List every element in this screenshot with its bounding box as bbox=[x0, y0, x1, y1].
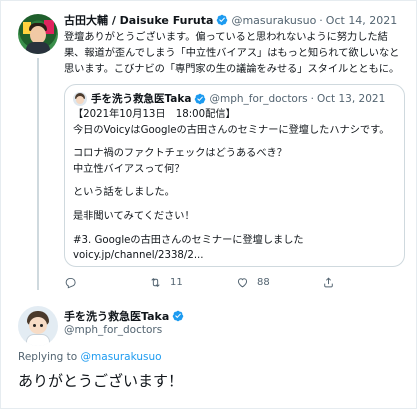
heart-icon bbox=[237, 278, 248, 288]
quoted-line: 中立性バイアスって何？ bbox=[73, 163, 185, 175]
replying-to-handle[interactable]: @masurakusuo bbox=[81, 351, 162, 363]
retweet-button[interactable]: 11 bbox=[149, 276, 183, 289]
thread-connector-line bbox=[37, 58, 39, 290]
quoted-line: という話をしました。 bbox=[73, 187, 175, 199]
author-handle[interactable]: @masurakusuo bbox=[231, 14, 316, 27]
replying-to-prefix: Replying to bbox=[18, 351, 78, 363]
tweet-header: 古田大輔 / Daisuke Furuta @masurakusuo · Oct… bbox=[64, 12, 397, 28]
avatar-eye bbox=[40, 324, 43, 327]
reply-icon bbox=[65, 277, 76, 289]
quoted-author-avatar bbox=[73, 91, 87, 106]
meta-separator: · bbox=[310, 92, 314, 105]
meta-separator: · bbox=[319, 13, 323, 27]
quoted-line: 【2021年10月13日 18:00配信】 bbox=[73, 109, 236, 120]
share-button[interactable] bbox=[322, 276, 343, 289]
verified-badge-icon bbox=[172, 310, 184, 322]
avatar-eye bbox=[33, 324, 36, 327]
quoted-tweet-text: 【2021年10月13日 18:00配信】 今日のVoicyはGoogleの古田… bbox=[73, 107, 397, 264]
avatar-face bbox=[29, 317, 47, 334]
reply-text: ありがとうございます！ bbox=[18, 372, 184, 390]
like-button[interactable]: 88 bbox=[236, 276, 270, 289]
quoted-link[interactable]: voicy.jp/channel/2338/2... bbox=[73, 248, 397, 264]
reply-author-handle[interactable]: @mph_for_doctors bbox=[64, 324, 162, 336]
reply-author-name-row: 手を洗う救急医Taka bbox=[64, 308, 187, 324]
reply-author-name[interactable]: 手を洗う救急医Taka bbox=[64, 308, 169, 324]
like-count: 88 bbox=[257, 277, 270, 288]
retweet-icon bbox=[151, 278, 160, 287]
quoted-line: #3. Googleの古田さんのセミナーに登壇しました bbox=[73, 234, 304, 246]
author-avatar[interactable] bbox=[18, 14, 58, 54]
quoted-line: 是非聞いてみてください！ bbox=[73, 210, 195, 222]
reply-button[interactable] bbox=[64, 276, 85, 289]
quoted-author-handle: @mph_for_doctors bbox=[209, 92, 308, 105]
tweet-date[interactable]: Oct 14, 2021 bbox=[326, 14, 398, 27]
share-icon bbox=[324, 277, 333, 288]
verified-badge-icon bbox=[217, 14, 228, 26]
quoted-tweet-date: Oct 13, 2021 bbox=[317, 92, 386, 105]
verified-badge-icon bbox=[195, 93, 206, 104]
tweet-action-bar: 11 88 bbox=[64, 276, 404, 292]
quoted-line: 今日のVoicyはGoogleの古田さんのセミナーに登壇したハナシです。 bbox=[73, 124, 390, 136]
retweet-count: 11 bbox=[170, 277, 183, 288]
avatar-face bbox=[76, 95, 84, 104]
reply-author-avatar[interactable] bbox=[18, 306, 58, 346]
quoted-line: コロナ禍のファクトチェックはどうあるべき？ bbox=[73, 148, 287, 160]
avatar-body bbox=[26, 334, 50, 346]
tweet-text: 登壇ありがとうございます。偏っていると思われないように努力した結果、報道が歪んで… bbox=[64, 32, 400, 75]
quoted-tweet-card[interactable]: 手を洗う救急医Taka @mph_for_doctors · Oct 13, 2… bbox=[64, 84, 405, 267]
quoted-author-name: 手を洗う救急医Taka bbox=[91, 93, 192, 105]
quoted-tweet-header: 手を洗う救急医Taka @mph_for_doctors · Oct 13, 2… bbox=[73, 91, 385, 106]
author-name[interactable]: 古田大輔 / Daisuke Furuta bbox=[64, 12, 213, 28]
replying-to: Replying to @masurakusuo bbox=[18, 351, 162, 363]
avatar-body bbox=[26, 42, 50, 54]
